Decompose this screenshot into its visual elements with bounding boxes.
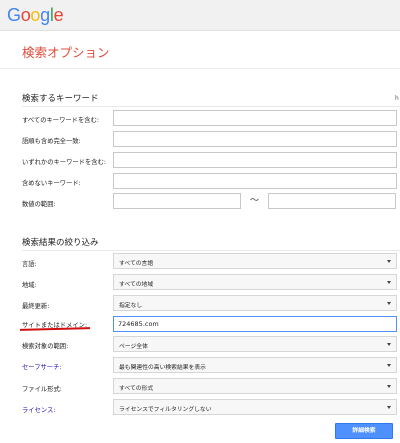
divider xyxy=(0,68,400,69)
chevron-down-icon xyxy=(387,260,391,263)
language-value: すべての言語 xyxy=(119,261,154,267)
license-select[interactable]: ライセンスでフィルタリングしない xyxy=(113,399,397,415)
region-label: 地域: xyxy=(22,282,37,289)
chevron-down-icon xyxy=(387,281,391,284)
language-select[interactable]: すべての言語 xyxy=(113,253,397,269)
advanced-search-button[interactable]: 詳細検索 xyxy=(335,423,393,439)
range-from-input[interactable] xyxy=(113,193,241,209)
chevron-down-icon xyxy=(387,302,391,305)
logo-letter: o xyxy=(30,5,41,25)
range-to-input[interactable] xyxy=(268,193,396,209)
logo-letter: g xyxy=(40,5,50,25)
chevron-down-icon xyxy=(387,406,391,409)
chevron-down-icon xyxy=(387,364,391,367)
top-bar: Google xyxy=(0,0,400,31)
file-type-value: すべての形式 xyxy=(119,386,154,392)
google-logo[interactable]: Google xyxy=(7,5,64,25)
range-separator: ～ xyxy=(250,196,260,206)
exact-phrase-input[interactable] xyxy=(113,131,397,147)
none-words-input[interactable] xyxy=(113,173,397,189)
exact-phrase-label: 語順も含め完全一致: xyxy=(22,138,81,145)
search-scope-label: 検索対象の範囲: xyxy=(22,343,69,350)
section-divider xyxy=(22,106,400,107)
number-range-label: 数値の範囲: xyxy=(22,201,56,208)
search-scope-select[interactable]: ページ全体 xyxy=(113,336,397,352)
chevron-down-icon xyxy=(387,385,391,388)
page-title: 検索オプション xyxy=(22,45,110,60)
annotation-underline xyxy=(19,327,91,331)
last-update-label: 最終更新: xyxy=(22,303,50,310)
logo-letter: e xyxy=(53,5,64,25)
site-domain-input[interactable] xyxy=(113,316,397,332)
safesearch-value: 最も関連性の高い検索結果を表示 xyxy=(119,365,206,371)
logo-letter: o xyxy=(20,5,31,25)
section-divider xyxy=(22,250,400,251)
region-select[interactable]: すべての地域 xyxy=(113,274,397,290)
region-value: すべての地域 xyxy=(119,282,154,288)
search-scope-value: ページ全体 xyxy=(119,344,148,350)
safesearch-select[interactable]: 最も関連性の高い検索結果を表示 xyxy=(113,357,397,373)
edge-mark: h xyxy=(395,95,399,102)
none-words-label: 含めないキーワード: xyxy=(22,180,81,187)
any-words-label: いずれかのキーワードを含む: xyxy=(22,159,106,166)
license-label[interactable]: ライセンス: xyxy=(22,405,55,414)
filter-section-title: 検索結果の絞り込み xyxy=(22,238,99,248)
language-label: 言語: xyxy=(22,261,37,268)
safesearch-label[interactable]: セーフサーチ: xyxy=(22,362,62,371)
file-type-label: ファイル形式: xyxy=(22,386,62,393)
any-words-input[interactable] xyxy=(113,152,397,168)
all-words-input[interactable] xyxy=(113,110,397,126)
chevron-down-icon xyxy=(387,343,391,346)
last-update-select[interactable]: 指定なし xyxy=(113,295,397,311)
all-words-label: すべてのキーワードを含む: xyxy=(22,117,99,124)
last-update-value: 指定なし xyxy=(119,303,143,309)
keywords-section-title: 検索するキーワード xyxy=(22,94,99,104)
license-value: ライセンスでフィルタリングしない xyxy=(119,407,212,413)
logo-letter: G xyxy=(7,5,21,25)
file-type-select[interactable]: すべての形式 xyxy=(113,378,397,394)
